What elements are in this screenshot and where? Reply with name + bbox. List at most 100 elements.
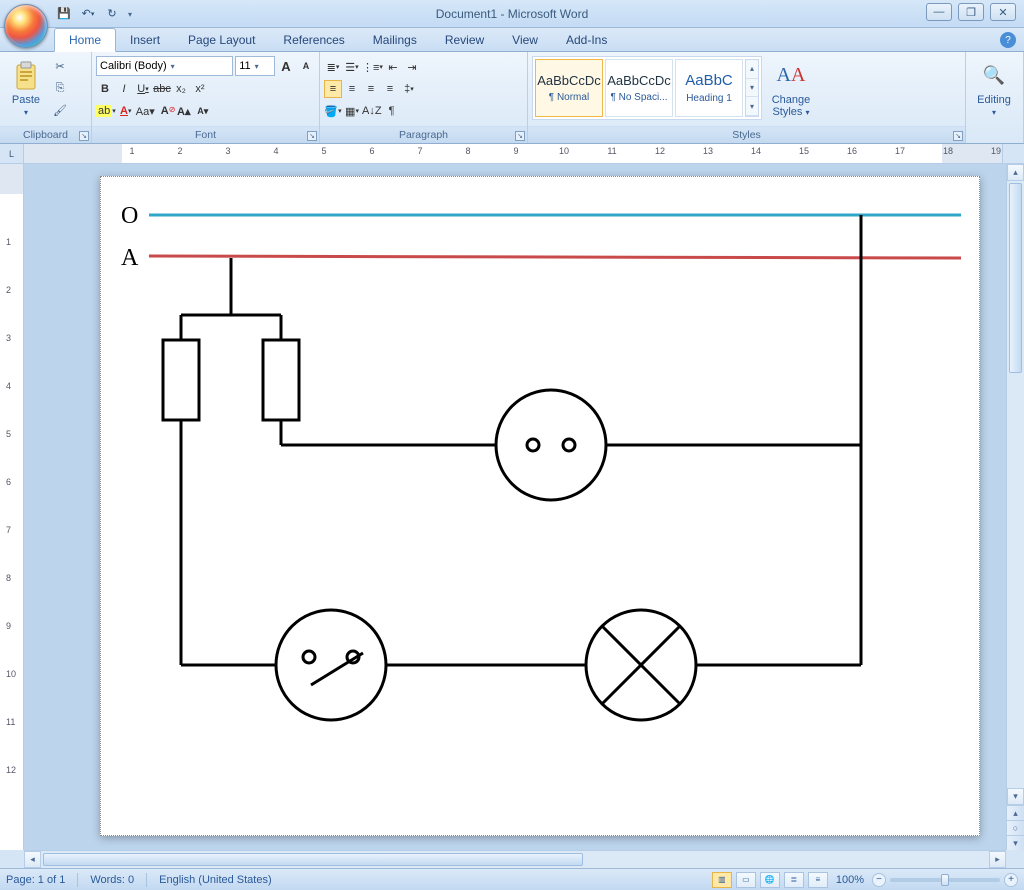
line-spacing-button[interactable]: ‡▾ [400,80,418,98]
increase-indent-button[interactable]: ⇥ [403,58,421,76]
minimize-button[interactable]: — [926,3,952,21]
paste-button[interactable]: Paste▾ [4,56,48,122]
subscript-button[interactable]: x₂ [172,80,190,98]
font-size-combo[interactable]: 11▾ [235,56,275,76]
numbering-button[interactable]: ☰▾ [343,58,361,76]
view-print-layout[interactable]: ▥ [712,872,732,888]
view-web-layout[interactable]: 🌐 [760,872,780,888]
clear-formatting-button[interactable]: A⊘ [156,102,174,120]
superscript-button[interactable]: x² [191,80,209,98]
vertical-ruler[interactable]: 123456789101112 [0,164,24,850]
hscroll-right-button[interactable]: ▸ [989,851,1006,868]
tab-mailings[interactable]: Mailings [359,29,431,51]
styles-launcher[interactable]: ↘ [953,131,963,141]
status-language[interactable]: English (United States) [159,874,272,886]
decrease-indent-button[interactable]: ⇤ [384,58,402,76]
font-launcher[interactable]: ↘ [307,131,317,141]
hscroll-left-button[interactable]: ◂ [24,851,41,868]
ribbon-tabs: Home Insert Page Layout References Maili… [0,28,1024,52]
borders-button[interactable]: ▦▾ [343,102,361,120]
ruler-view-toggle[interactable] [1002,144,1024,163]
document-viewport[interactable]: O A [24,164,1006,850]
editing-button[interactable]: 🔍 Editing▾ [970,56,1018,122]
font-color-button[interactable]: A▾ [117,102,135,120]
view-draft[interactable]: ≡ [808,872,828,888]
hscroll-thumb[interactable] [43,853,583,866]
scroll-up-button[interactable]: ▴ [1007,164,1024,181]
qat-undo-button[interactable]: ↶▾ [78,4,98,24]
clipboard-launcher[interactable]: ↘ [79,131,89,141]
cut-button[interactable]: ✂ [50,56,70,76]
zoom-level[interactable]: 100% [836,874,864,886]
italic-button[interactable]: I [115,80,133,98]
strikethrough-button[interactable]: abc [153,80,171,98]
circuit-diagram: O A [111,195,971,835]
prev-page-button[interactable]: ▴ [1007,805,1024,820]
multilevel-button[interactable]: ⋮≡▾ [362,58,383,76]
paragraph-launcher[interactable]: ↘ [515,131,525,141]
qat-redo-button[interactable]: ↻ [102,4,122,24]
qat-save-button[interactable]: 💾 [54,4,74,24]
sort-button[interactable]: A↓Z [362,102,382,120]
shading-button[interactable]: 🪣▾ [324,102,342,120]
tab-add-ins[interactable]: Add-Ins [552,29,621,51]
grow-font2[interactable]: A▴ [175,102,193,120]
zoom-slider[interactable] [890,878,1000,882]
style-normal[interactable]: AaBbCcDc ¶ Normal [535,59,603,117]
tab-home[interactable]: Home [54,28,116,52]
align-right-button[interactable]: ≡ [362,80,380,98]
zoom-out-button[interactable]: − [872,873,886,887]
scroll-down-button[interactable]: ▾ [1007,788,1024,805]
view-full-screen[interactable]: ▭ [736,872,756,888]
window-controls: — ❐ ✕ [926,3,1016,21]
office-button[interactable] [4,4,48,48]
copy-button[interactable]: ⎘ [50,78,70,98]
change-case-button[interactable]: Aa▾ [136,102,155,120]
shrink-font2[interactable]: A▾ [194,102,212,120]
horizontal-ruler-row: L 12345678910111213141516171819 [0,144,1024,164]
restore-button[interactable]: ❐ [958,3,984,21]
qat-customize[interactable] [126,8,132,20]
bullets-button[interactable]: ≣▾ [324,58,342,76]
underline-button[interactable]: U▾ [134,80,152,98]
scroll-track[interactable] [1007,181,1024,788]
align-left-button[interactable]: ≡ [324,80,342,98]
find-icon: 🔍 [978,60,1010,92]
browse-object-button[interactable]: ○ [1007,820,1024,835]
tab-references[interactable]: References [269,29,358,51]
styles-gallery-scroll[interactable]: ▴▾▾ [745,59,759,117]
view-outline[interactable]: ≣ [784,872,804,888]
font-name-combo[interactable]: Calibri (Body)▾ [96,56,233,76]
shrink-font-button[interactable]: A [297,57,315,75]
page[interactable]: O A [100,176,980,836]
scroll-thumb[interactable] [1009,183,1022,373]
group-font: Calibri (Body)▾ 11▾ A A B I U▾ abc x₂ x²… [92,52,320,143]
status-page[interactable]: Page: 1 of 1 [6,874,65,886]
styles-gallery[interactable]: AaBbCcDc ¶ Normal AaBbCcDc ¶ No Spaci...… [532,56,762,120]
window-title: Document1 - Microsoft Word [0,7,1024,21]
tab-view[interactable]: View [498,29,552,51]
zoom-in-button[interactable]: + [1004,873,1018,887]
vertical-scrollbar[interactable]: ▴ ▾ ▴ ○ ▾ [1006,164,1024,850]
highlight-button[interactable]: ab▾ [96,102,116,120]
format-painter-button[interactable]: 🖌 [50,100,70,120]
horizontal-scrollbar[interactable]: ◂ ▸ [0,850,1024,868]
align-center-button[interactable]: ≡ [343,80,361,98]
style-no-spacing[interactable]: AaBbCcDc ¶ No Spaci... [605,59,673,117]
style-heading-1[interactable]: AaBbC Heading 1 [675,59,743,117]
change-styles-button[interactable]: AA Change Styles ▾ [764,56,818,122]
justify-button[interactable]: ≡ [381,80,399,98]
tab-insert[interactable]: Insert [116,29,174,51]
close-button[interactable]: ✕ [990,3,1016,21]
tab-review[interactable]: Review [431,29,498,51]
horizontal-ruler[interactable]: 12345678910111213141516171819 [24,144,1002,163]
help-button[interactable]: ? [1000,32,1016,48]
next-page-button[interactable]: ▾ [1007,835,1024,850]
status-words[interactable]: Words: 0 [90,874,134,886]
ruler-toggle[interactable]: L [0,144,24,163]
tab-page-layout[interactable]: Page Layout [174,29,269,51]
group-label-clipboard: Clipboard [0,126,91,143]
show-marks-button[interactable]: ¶ [383,102,401,120]
grow-font-button[interactable]: A [277,57,295,75]
bold-button[interactable]: B [96,80,114,98]
